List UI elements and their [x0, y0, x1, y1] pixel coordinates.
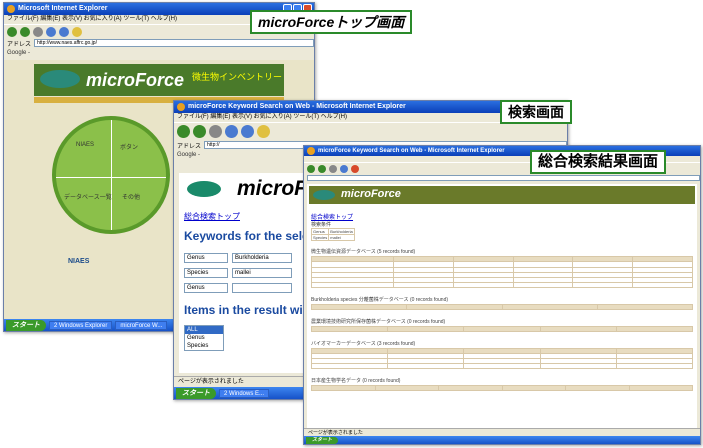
- refresh-icon[interactable]: [46, 26, 56, 37]
- google-toolbar[interactable]: Google -: [4, 48, 314, 58]
- address-field[interactable]: [307, 175, 700, 181]
- header-banner: microForce 微生物インベントリー: [34, 64, 284, 96]
- refresh-icon[interactable]: [225, 125, 238, 138]
- status-bar: ページが表示されました: [304, 428, 700, 436]
- keyword-row: Species mallei: [184, 268, 292, 278]
- home-icon[interactable]: [59, 26, 69, 37]
- address-field[interactable]: http://www.naes.affrc.go.jp/: [34, 39, 314, 47]
- stop-icon[interactable]: [209, 125, 222, 138]
- stop-icon[interactable]: [329, 164, 337, 173]
- section-title: 日本産生物学名データ (0 records found): [311, 378, 401, 384]
- window-title: Microsoft Internet Explorer: [18, 5, 108, 12]
- items-list[interactable]: ALL Genus Species: [184, 325, 224, 351]
- taskbar: スタート: [304, 436, 700, 444]
- section-title: Burkholderia species 分離菌株データベース (0 recor…: [311, 297, 449, 303]
- keyword-row: Genus: [184, 283, 292, 293]
- ie-icon: [307, 147, 315, 155]
- result-table: [310, 256, 693, 288]
- section-title: 農業環境技術研究所保存菌株データベース (0 records found): [311, 319, 446, 325]
- forward-icon[interactable]: [20, 26, 30, 37]
- items-heading: Items in the result wi: [184, 303, 303, 317]
- forward-icon[interactable]: [318, 164, 326, 173]
- logo-oval: [40, 70, 80, 88]
- list-item[interactable]: Genus: [185, 334, 223, 342]
- result-window: microForce Keyword Search on Web - Micro…: [303, 145, 701, 445]
- callout-top-page-text: microForceトップ画面: [258, 14, 405, 30]
- pie-label-3[interactable]: データベース一覧: [64, 192, 112, 201]
- home-icon[interactable]: [241, 125, 254, 138]
- field-select[interactable]: Genus: [184, 253, 228, 263]
- result-table: [310, 304, 694, 310]
- start-button[interactable]: スタート: [306, 436, 339, 444]
- list-item[interactable]: ALL: [185, 326, 223, 334]
- start-button[interactable]: スタート: [176, 387, 216, 399]
- window-title: microForce Keyword Search on Web - Micro…: [318, 148, 505, 154]
- site-logo: microForce: [86, 70, 185, 90]
- banner-text: 微生物インベントリー: [192, 72, 283, 82]
- address-label: アドレス: [7, 41, 32, 48]
- top-link[interactable]: 総合検索トップ: [184, 211, 240, 222]
- task-button-2[interactable]: microForce W...: [115, 320, 168, 330]
- menu-pie[interactable]: NIAES ボタン データベース一覧 その他: [52, 116, 170, 234]
- page-content: microForce 総合検索トップ 検索条件 Genus Burkholderi…: [307, 184, 697, 429]
- favorites-icon[interactable]: [72, 26, 82, 37]
- niaes-logo: NIAES: [68, 258, 90, 265]
- top-link[interactable]: 総合検索トップ: [311, 212, 353, 221]
- back-icon[interactable]: [177, 125, 190, 138]
- favorites-icon[interactable]: [257, 125, 270, 138]
- condition-table: Genus Burkholderia Species mallei: [310, 228, 355, 241]
- callout-result: 総合検索結果画面: [530, 150, 667, 174]
- address-label: アドレス: [177, 143, 202, 150]
- list-item[interactable]: Species: [185, 342, 223, 350]
- logo-oval: [187, 181, 221, 197]
- cond-value: mallei: [328, 234, 355, 241]
- task-button-1[interactable]: 2 Windows E...: [219, 388, 270, 398]
- result-sections: 微生物遺伝資源データベース (5 records found) Burkhold…: [310, 244, 694, 391]
- value-input[interactable]: mallei: [232, 268, 292, 278]
- ie-icon: [177, 103, 185, 111]
- ie-icon: [7, 5, 15, 13]
- cond-field: Species: [310, 234, 330, 241]
- toolbar: [174, 122, 567, 140]
- section-title: 微生物遺伝資源データベース (5 records found): [311, 249, 416, 255]
- start-button[interactable]: スタート: [6, 319, 46, 331]
- address-bar: アドレス http://www.naes.affrc.go.jp/: [4, 38, 314, 48]
- address-bar: [304, 174, 700, 182]
- callout-result-text: 総合検索結果画面: [538, 153, 659, 170]
- callout-search: 検索画面: [500, 100, 572, 124]
- value-input[interactable]: [232, 283, 292, 293]
- callout-search-text: 検索画面: [508, 104, 564, 120]
- task-button-1[interactable]: 2 Windows Explorer: [49, 320, 113, 330]
- refresh-icon[interactable]: [340, 164, 348, 173]
- pie-label-4[interactable]: その他: [122, 192, 140, 201]
- field-select[interactable]: Species: [184, 268, 228, 278]
- logo-oval: [313, 190, 335, 200]
- field-select[interactable]: Genus: [184, 283, 228, 293]
- header-banner: microForce: [309, 186, 695, 204]
- window-title: microForce Keyword Search on Web - Micro…: [188, 103, 406, 110]
- forward-icon[interactable]: [193, 125, 206, 138]
- condition-label: 検索条件: [311, 222, 332, 228]
- keyword-row: Genus Burkholderia: [184, 253, 292, 263]
- media-icon[interactable]: [351, 164, 359, 173]
- result-table: [310, 326, 694, 332]
- site-logo: microForce: [341, 188, 401, 200]
- back-icon[interactable]: [307, 164, 315, 173]
- keywords-heading: Keywords for the sele: [184, 229, 309, 243]
- result-table: [310, 348, 694, 369]
- value-input[interactable]: Burkholderia: [232, 253, 292, 263]
- callout-top-page: microForceトップ画面: [250, 10, 413, 34]
- cond-value: Burkholderia: [328, 228, 355, 235]
- stop-icon[interactable]: [33, 26, 43, 37]
- pie-label-2[interactable]: ボタン: [120, 142, 138, 151]
- result-table: [311, 385, 693, 391]
- back-icon[interactable]: [7, 26, 17, 37]
- pie-label-1[interactable]: NIAES: [76, 142, 94, 148]
- section-title: バイオマーカーデータベース (3 records found): [311, 341, 416, 347]
